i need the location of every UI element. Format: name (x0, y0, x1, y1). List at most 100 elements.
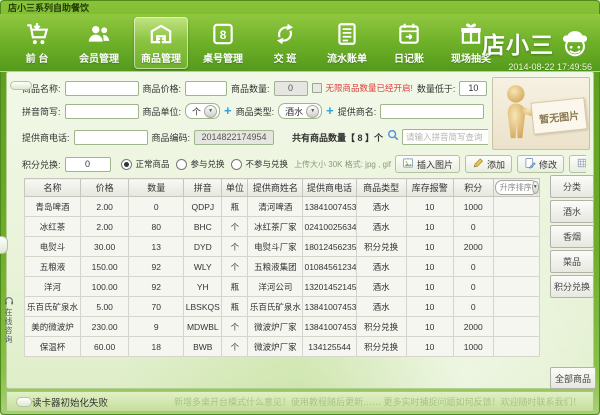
radio-option-2[interactable] (231, 159, 242, 170)
radio-option-0[interactable] (121, 159, 132, 170)
edit-button[interactable]: 修改 (517, 155, 564, 173)
table-cell: 微波炉厂家 (248, 337, 303, 357)
table-cell: 13841007453 (303, 197, 356, 217)
search-icon (387, 128, 399, 146)
column-header[interactable]: 提供商姓名 (248, 179, 303, 197)
form-collapse-handle[interactable] (10, 81, 32, 90)
radio-label: 参与兑换 (191, 158, 225, 170)
toolbar-item-shift[interactable]: 交 班 (258, 17, 312, 69)
table-row[interactable]: 美的微波炉230.009MDWBL个微波炉厂家13841007453积分兑换10… (25, 317, 540, 337)
chevron-down-icon[interactable]: ▼ (204, 105, 217, 118)
supplier-input[interactable] (380, 104, 484, 119)
column-header[interactable]: 提供商电话 (303, 179, 356, 197)
table-cell: 酒水 (356, 257, 406, 277)
table-cell: 92 (129, 277, 184, 297)
table-cell: 0 (453, 257, 493, 277)
table-cell: 2.00 (81, 217, 129, 237)
add-type-icon[interactable]: + (326, 105, 334, 117)
toolbar-item-members[interactable]: 会员管理 (72, 17, 126, 69)
table-row[interactable]: 乐百氏矿泉水5.0070LBSKQS瓶乐百氏矿泉水13841007453酒水10… (25, 297, 540, 317)
unlimited-notice: 无限商品数量已经开启! (326, 82, 413, 94)
column-header[interactable]: 库存报警 (406, 179, 453, 197)
column-header[interactable]: 数量 (129, 179, 184, 197)
main-panel: 商品名称: 商品价格: 商品数量: 无限商品数量已经开启! 数量低于: 个报警 … (6, 71, 594, 389)
toolbar-item-label: 流水账单 (327, 50, 367, 65)
members-icon (86, 21, 112, 47)
form-row-points: 积分兑换: 正常商品参与兑换不参与兑换 上传大小 30K 格式: jpg , g… (22, 155, 586, 173)
table-row[interactable]: 五粮液150.0092WLY个五粮液集团010845612345酒水100 (25, 257, 540, 277)
statusbar-handle[interactable] (16, 397, 32, 407)
table-cell: 80 (129, 217, 184, 237)
chevron-down-icon[interactable]: ▼ (532, 181, 539, 194)
picture-button[interactable]: 插入图片 (395, 155, 460, 173)
table-cell-empty (493, 297, 539, 317)
picture-icon (402, 157, 414, 171)
radio-group: 正常商品参与兑换不参与兑换 (121, 158, 291, 170)
toolbar-item-table-number[interactable]: 8桌号管理 (196, 17, 250, 69)
type-select[interactable]: 酒水 ▼ (278, 103, 322, 119)
table-cell: 酒水 (356, 297, 406, 317)
column-header[interactable]: 名称 (25, 179, 81, 197)
table-cell: 30.00 (81, 237, 129, 257)
table-cell: 13841007453 (303, 317, 356, 337)
sort-order-dropdown[interactable]: 升序排序▼ (495, 180, 538, 195)
toolbar-item-journal[interactable]: 日记账 (382, 17, 436, 69)
pinyin-input[interactable] (65, 104, 139, 119)
toolbar-item-label: 桌号管理 (203, 50, 243, 65)
table-cell: 电熨斗 (25, 237, 81, 257)
unlimited-checkbox[interactable] (312, 83, 322, 93)
table-row[interactable]: 冰红茶2.0080BHC个冰红茶厂家024100256348酒水100 (25, 217, 540, 237)
table-row[interactable]: 洋河100.0092YH瓶洋河公司132014521454酒水100 (25, 277, 540, 297)
column-header[interactable]: 商品类型 (356, 179, 406, 197)
add-unit-icon[interactable]: + (224, 105, 232, 117)
side-panel-handle[interactable] (0, 236, 8, 254)
table-row[interactable]: 保温杯60.0018BWB个微波炉厂家134125544积分兑换101000 (25, 337, 540, 357)
column-header[interactable]: 拼音 (184, 179, 222, 197)
column-header[interactable]: 积分 (453, 179, 493, 197)
toolbar-item-cart[interactable]: 前 台 (10, 17, 64, 69)
toolbar-item-warehouse[interactable]: 商品管理 (134, 17, 188, 69)
low-qty-input[interactable] (459, 81, 487, 96)
delete-button[interactable]: 删除 (569, 155, 586, 173)
toolbar-item-bill[interactable]: 流水账单 (320, 17, 374, 69)
column-header[interactable]: 价格 (81, 179, 129, 197)
table-cell: 保温杯 (25, 337, 81, 357)
table-cell: 酒水 (356, 277, 406, 297)
code-label: 商品编码: (152, 131, 191, 144)
sidebar-item-3[interactable]: 积分兑换 (550, 275, 594, 298)
table-cell: 70 (129, 297, 184, 317)
shift-icon (272, 21, 298, 47)
sidebar-item-all-products[interactable]: 全部商品 (550, 367, 596, 389)
table-cell: 五粮液集团 (248, 257, 303, 277)
radio-option-1[interactable] (176, 159, 187, 170)
total-count-text: 共有商品数量【 8 】个 (292, 131, 383, 144)
product-price-input[interactable] (185, 81, 227, 96)
table-cell: QDPJ (184, 197, 222, 217)
chevron-down-icon[interactable]: ▼ (306, 105, 319, 118)
sidebar-item-2[interactable]: 菜品 (550, 250, 594, 273)
table-cell: 92 (129, 257, 184, 277)
product-name-input[interactable] (65, 81, 139, 96)
action-buttons: 插入图片添加修改删除 (395, 155, 586, 173)
add-button[interactable]: 添加 (465, 155, 512, 173)
sidebar-item-0[interactable]: 酒水 (550, 200, 594, 223)
table-cell: 电熨斗厂家 (248, 237, 303, 257)
phone-input[interactable] (74, 130, 148, 145)
table-row[interactable]: 青岛啤酒2.000QDPJ瓶清河啤酒13841007453酒水101000 (25, 197, 540, 217)
unit-select[interactable]: 个 ▼ (185, 103, 220, 119)
points-input[interactable] (65, 157, 111, 172)
table-cell: 微波炉厂家 (248, 317, 303, 337)
toolbar-item-label: 日记账 (394, 50, 424, 65)
table-row[interactable]: 电熨斗30.0013DYD个电熨斗厂家180124562354积分兑换10200… (25, 237, 540, 257)
column-header[interactable]: 单位 (222, 179, 248, 197)
sidebar-item-category[interactable]: 分类 (550, 175, 594, 198)
table-cell: 个 (222, 317, 248, 337)
table-cell: 1000 (453, 197, 493, 217)
sidebar-item-1[interactable]: 香烟 (550, 225, 594, 248)
table-cell: 150.00 (81, 257, 129, 277)
online-support-tab[interactable]: 在线咨询 (2, 296, 15, 344)
search-input[interactable] (402, 129, 488, 145)
table-cell: 酒水 (356, 217, 406, 237)
window-title: 店小三系列自助餐饮 (8, 3, 89, 13)
table-cell: 10 (406, 257, 453, 277)
